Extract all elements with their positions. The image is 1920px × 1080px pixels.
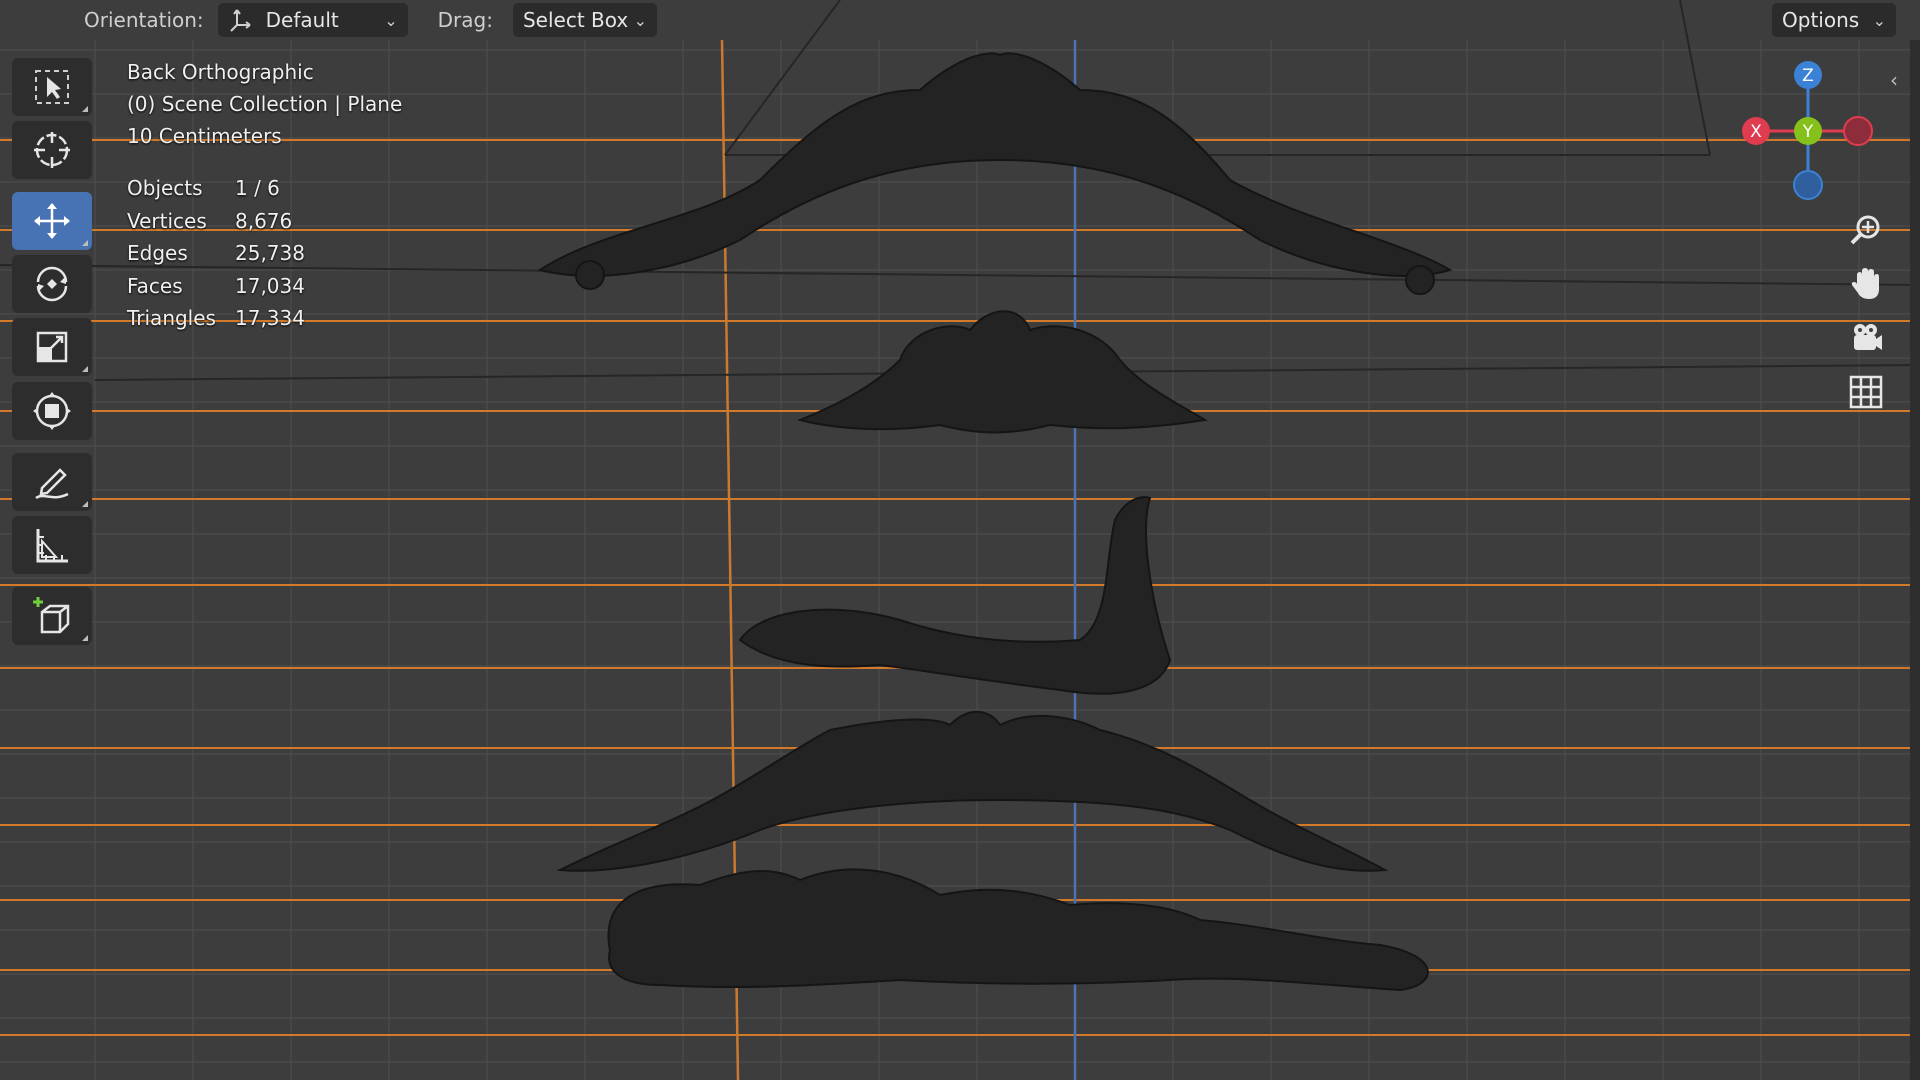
transform-icon xyxy=(33,392,71,430)
scale-icon xyxy=(36,331,68,363)
orientation-dropdown[interactable]: Default ⌄ xyxy=(217,3,408,37)
stat-label: Edges xyxy=(127,241,188,265)
active-collection: (0) Scene Collection | Plane xyxy=(127,92,403,116)
zoom-button[interactable] xyxy=(1838,206,1894,254)
viewport-header: Orientation: Default ⌄ Drag: Select Box … xyxy=(0,0,1920,40)
drag-value: Select Box xyxy=(522,8,629,32)
stat-value: 25,738 xyxy=(235,241,305,265)
stat-row: Edges 25,738 xyxy=(127,237,305,270)
options-dropdown[interactable]: Options ⌄ xyxy=(1772,3,1896,37)
chevron-down-icon: ⌄ xyxy=(384,10,398,30)
stat-value: 1 / 6 xyxy=(235,176,280,200)
stat-value: 17,334 xyxy=(235,306,305,330)
scene-statistics: Objects 1 / 6 Vertices 8,676 Edges 25,738 F… xyxy=(127,172,305,335)
y-axis-label: Y xyxy=(1802,122,1814,142)
rotate-tool[interactable] xyxy=(12,255,92,313)
stat-row: Vertices 8,676 xyxy=(127,205,305,238)
stat-label: Objects xyxy=(127,176,203,200)
rotate-icon xyxy=(36,266,68,302)
drag-dropdown[interactable]: Select Box ⌄ xyxy=(512,3,657,37)
transform-tool[interactable] xyxy=(12,382,92,440)
annotate-tool[interactable] xyxy=(12,453,92,511)
navigation-gizmo[interactable]: Z X Y xyxy=(1730,55,1900,215)
neg-x-axis-handle[interactable] xyxy=(1843,116,1873,146)
stat-value: 8,676 xyxy=(235,208,293,233)
chevron-down-icon: ⌄ xyxy=(1872,10,1886,30)
cursor-tool[interactable] xyxy=(12,121,92,179)
chevron-down-icon: ⌄ xyxy=(633,10,647,30)
crosshair-cursor-icon xyxy=(34,132,70,168)
grid-scale: 10 Centimeters xyxy=(127,124,282,148)
ornament-meshes xyxy=(537,52,1453,992)
orientation-label: Orientation: xyxy=(84,8,204,32)
stat-row: Triangles 17,334 xyxy=(127,302,305,335)
viewport-3d[interactable] xyxy=(0,0,1920,1080)
stat-row: Objects 1 / 6 xyxy=(127,172,305,205)
add-cube-tool[interactable] xyxy=(12,587,92,645)
move-arrows-icon xyxy=(34,203,70,239)
measure-tool[interactable] xyxy=(12,516,92,574)
view-name: Back Orthographic xyxy=(127,60,314,84)
stat-label: Vertices xyxy=(127,208,207,233)
stat-value: 17,034 xyxy=(235,273,305,298)
zoom-icon xyxy=(1850,215,1880,245)
camera-view-button[interactable] xyxy=(1838,314,1894,362)
toggle-ortho-button[interactable] xyxy=(1838,368,1894,416)
grid-icon xyxy=(1849,375,1883,409)
add-cube-icon xyxy=(33,597,70,634)
stat-label: Triangles xyxy=(127,306,216,330)
select-box-tool[interactable] xyxy=(12,58,92,116)
move-tool[interactable] xyxy=(12,192,92,250)
hand-icon xyxy=(1851,268,1879,299)
pencil-icon xyxy=(35,468,69,500)
pan-button[interactable] xyxy=(1838,260,1894,308)
neg-z-axis-handle[interactable] xyxy=(1793,170,1823,200)
chevron-left-icon[interactable]: ‹ xyxy=(1890,68,1898,92)
stat-row: Faces 17,034 xyxy=(127,270,305,303)
x-axis-label: X xyxy=(1750,122,1762,142)
cursor-select-icon xyxy=(35,70,69,104)
ruler-icon xyxy=(36,529,68,563)
drag-label: Drag: xyxy=(437,8,493,32)
camera-icon xyxy=(1854,324,1882,350)
orientation-value: Default xyxy=(265,8,339,32)
viewport-info: Back Orthographic (0) Scene Collection |… xyxy=(127,56,402,152)
stat-label: Faces xyxy=(127,273,183,298)
z-axis-label: Z xyxy=(1802,66,1814,86)
options-label: Options xyxy=(1782,8,1860,32)
scale-tool[interactable] xyxy=(12,318,92,376)
region-edge xyxy=(1910,40,1920,1080)
transform-orientation-icon xyxy=(229,9,251,32)
